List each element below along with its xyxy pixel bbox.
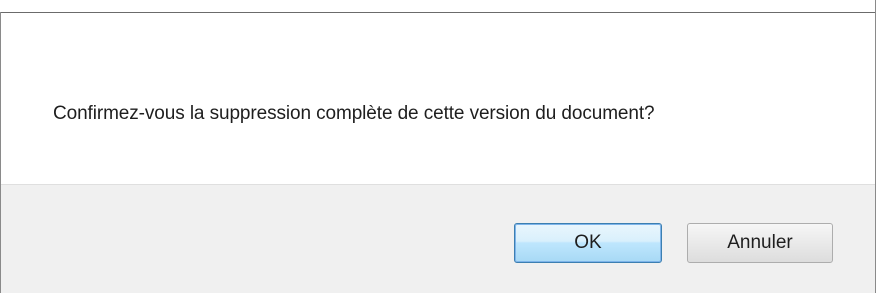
dialog-content: Confirmez-vous la suppression complète d… bbox=[1, 13, 875, 183]
cancel-button[interactable]: Annuler bbox=[687, 223, 833, 263]
confirm-dialog: Confirmez-vous la suppression complète d… bbox=[0, 0, 876, 293]
ok-button[interactable]: OK bbox=[514, 223, 662, 263]
dialog-button-bar: OK Annuler bbox=[1, 184, 875, 293]
confirmation-message: Confirmez-vous la suppression complète d… bbox=[53, 103, 655, 124]
